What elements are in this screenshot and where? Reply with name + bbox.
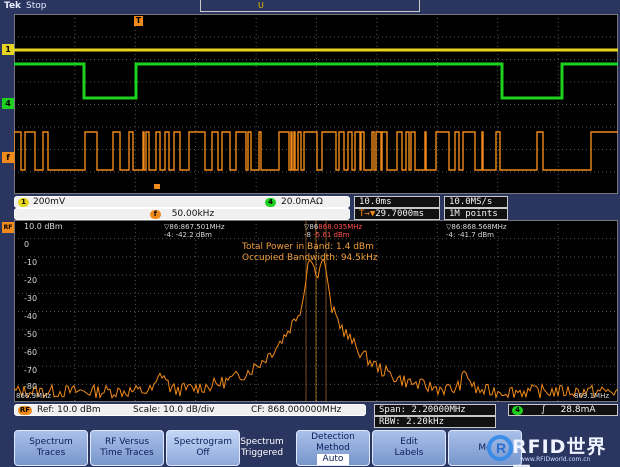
ch4-marker[interactable]: 4 bbox=[2, 98, 14, 109]
acquisition-state: Stop bbox=[26, 1, 47, 11]
brand-logo: Tek bbox=[4, 1, 22, 11]
ch1-badge: 1 bbox=[18, 198, 29, 207]
softkey-label: Triggered bbox=[240, 448, 284, 458]
spectrum-window[interactable]: 10.0 dBm 0 -10 -20 -30 -40 -50 -60 -70 -… bbox=[14, 220, 618, 402]
math-scale: 50.00kHz bbox=[171, 209, 215, 219]
math-badge: f bbox=[149, 210, 161, 219]
time-domain-plot bbox=[14, 14, 618, 194]
center-frequency: CF: 868.000000MHz bbox=[251, 405, 342, 415]
timebase-readout[interactable]: 10.0ms bbox=[354, 196, 440, 208]
marker-2-level: -5.61 dBm bbox=[313, 231, 350, 239]
occupied-bandwidth-readout: Occupied Bandwidth: 94.5kHz bbox=[242, 253, 378, 263]
marker-1-freq: 867.501MHz bbox=[180, 223, 225, 231]
softkey-detection-method[interactable]: Detection Method Auto bbox=[296, 430, 370, 466]
marker-1-delta: -4: bbox=[164, 231, 174, 239]
ch1-marker[interactable]: 1 bbox=[2, 44, 14, 55]
ch4-scale: 20.0mAΩ bbox=[281, 197, 323, 207]
sample-rate-readout[interactable]: 10.0MS/s bbox=[444, 196, 508, 208]
trigger-source-badge: 4 bbox=[512, 406, 523, 415]
softkey-edit-labels[interactable]: Edit Labels bbox=[372, 430, 446, 466]
math-marker[interactable]: f bbox=[2, 152, 14, 163]
y-label-4: -40 bbox=[24, 312, 38, 321]
y-label-3: -30 bbox=[24, 294, 38, 303]
softkey-label: Traces bbox=[36, 448, 66, 458]
start-freq-label: 866.9MHz bbox=[16, 392, 52, 400]
trigger-delay-readout[interactable]: T→▼29.7000ms bbox=[354, 208, 440, 220]
spectrum-top-label: 10.0 dBm bbox=[24, 222, 63, 231]
rising-edge-icon: ∫ bbox=[541, 405, 546, 415]
ref-level: Ref: 10.0 dBm bbox=[37, 405, 101, 415]
rbw-readout[interactable]: RBW: 2.20kHz bbox=[374, 416, 496, 428]
softkey-label: Labels bbox=[394, 448, 424, 458]
ch1-scale: 200mV bbox=[33, 197, 66, 207]
marker-1-label: ▽86: bbox=[164, 223, 181, 231]
svg-text:R: R bbox=[496, 440, 506, 456]
span-readout[interactable]: Span: 2.20000MHz bbox=[374, 404, 496, 416]
total-power-readout: Total Power in Band: 1.4 dBm bbox=[242, 242, 374, 252]
math-scale-readout[interactable]: f 50.00kHz bbox=[14, 208, 350, 220]
y-label-6: -60 bbox=[24, 348, 38, 357]
softkey-label: Method bbox=[316, 442, 350, 453]
time-domain-window[interactable]: T bbox=[14, 14, 618, 194]
watermark-logo: R RFID世界网 www.RFIDworld.com.cn bbox=[486, 428, 618, 467]
softkey-label: Off bbox=[196, 448, 210, 458]
marker-3-readout[interactable]: ▽86:868.568MHz -4: -41.7 dBm bbox=[446, 223, 507, 239]
marker-2-readout[interactable]: ▽86868.035MHz -8 -5.61 dBm bbox=[304, 223, 362, 239]
trigger-marker[interactable]: T bbox=[134, 16, 143, 26]
ch1-scale-readout[interactable]: 1 200mV 4 20.0mAΩ bbox=[14, 196, 350, 208]
trigger-delay-icon: T→▼ bbox=[359, 209, 376, 219]
ch4-badge: 4 bbox=[265, 198, 276, 207]
marker-3-label: ▽86: bbox=[446, 223, 463, 231]
marker-1-level: -42.2 dBm bbox=[175, 231, 212, 239]
softkey-label: Edit bbox=[400, 437, 418, 447]
softkey-label: Time Traces bbox=[100, 448, 154, 458]
marker-2-delta: -8 bbox=[304, 231, 311, 239]
softkey-spectrum-traces[interactable]: Spectrum Traces bbox=[14, 430, 88, 466]
trigger-delay-value: 29.7000ms bbox=[375, 209, 425, 219]
marker-2-label: ▽86 bbox=[304, 223, 319, 231]
softkey-spectrum-triggered[interactable]: Spectrum Triggered bbox=[224, 430, 300, 466]
softkey-value: Auto bbox=[316, 453, 350, 465]
record-position-bar[interactable] bbox=[200, 0, 420, 12]
rf-badge: RF bbox=[18, 406, 32, 415]
watermark-sub: www.RFIDworld.com.cn bbox=[520, 456, 591, 463]
trigger-level: 28.8mA bbox=[560, 405, 596, 415]
marker-3-delta: -4: bbox=[446, 231, 456, 239]
softkey-label: Detection bbox=[311, 431, 355, 442]
rf-marker[interactable]: RF bbox=[2, 222, 14, 233]
ch4-trace bbox=[14, 62, 618, 100]
softkey-label: Spectrum bbox=[240, 437, 284, 447]
record-position-marker: U bbox=[258, 1, 264, 10]
marker-3-freq: 868.568MHz bbox=[462, 223, 507, 231]
y-label-7: -70 bbox=[24, 366, 38, 375]
marker-3-level: -41.7 dBm bbox=[457, 231, 494, 239]
y-label-0: 0 bbox=[24, 240, 30, 249]
top-status-bar: Tek Stop U bbox=[0, 0, 620, 14]
y-label-1: -10 bbox=[24, 258, 38, 267]
trigger-level-readout[interactable]: 4 ∫ 28.8mA bbox=[508, 404, 618, 416]
marker-1-readout[interactable]: ▽86:867.501MHz -4: -42.2 dBm bbox=[164, 223, 225, 239]
scale-readout: Scale: 10.0 dB/div bbox=[133, 405, 215, 415]
spectrum-ref-readout[interactable]: RF Ref: 10.0 dBm Scale: 10.0 dB/div CF: … bbox=[14, 404, 366, 416]
softkey-label: RF Versus bbox=[104, 437, 150, 447]
softkey-rf-versus-time[interactable]: RF Versus Time Traces bbox=[90, 430, 164, 466]
marker-2-freq: 868.035MHz bbox=[318, 223, 363, 231]
time-window-start bbox=[154, 184, 160, 189]
y-label-2: -20 bbox=[24, 276, 38, 285]
softkey-label: Spectrum bbox=[29, 437, 73, 447]
y-label-8: -80 bbox=[24, 382, 38, 391]
stop-freq-label: 869.1MHz bbox=[574, 392, 610, 400]
record-length-readout[interactable]: 1M points bbox=[444, 208, 508, 220]
y-label-5: -50 bbox=[24, 330, 38, 339]
